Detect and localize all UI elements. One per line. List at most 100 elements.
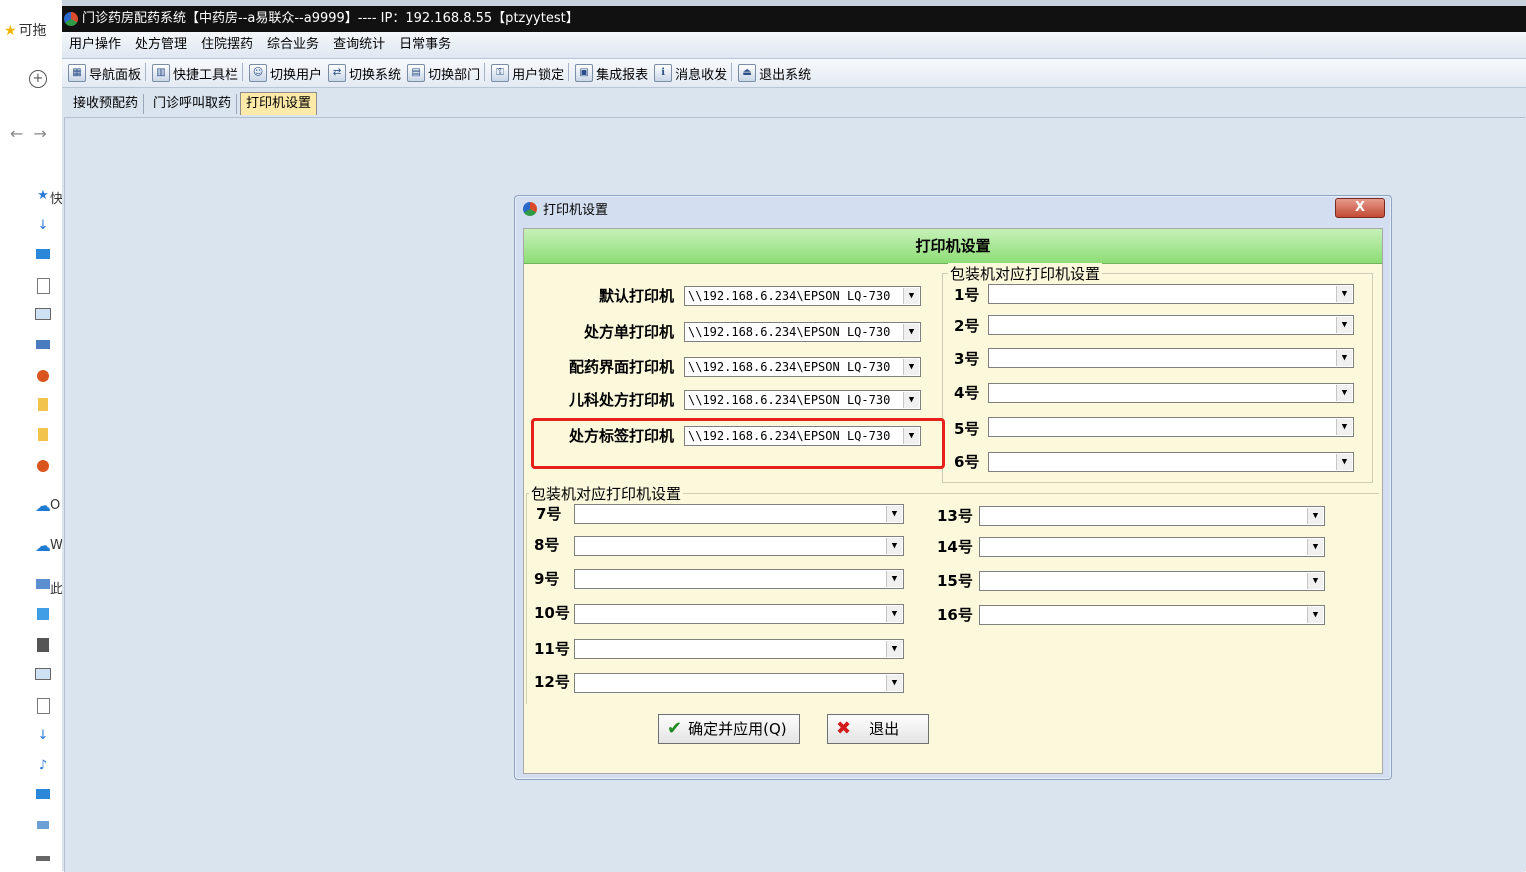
slot-6-select[interactable]: ▼: [988, 452, 1354, 472]
switch-system-button[interactable]: ⇄ 切换系统: [328, 59, 401, 87]
menu-prescription-mgmt[interactable]: 处方管理: [135, 32, 187, 58]
exit-system-button[interactable]: ⏏ 退出系统: [738, 59, 811, 87]
tab-receive-predispense[interactable]: 接收预配药: [68, 94, 145, 114]
favorites-label[interactable]: ★ 可拖: [4, 20, 47, 40]
slot-15-select[interactable]: ▼: [979, 571, 1325, 591]
exit-button[interactable]: ✖ 退出: [827, 714, 929, 744]
switch-dept-button[interactable]: ▤ 切换部门: [407, 59, 480, 87]
user-lock-button[interactable]: ⚿ 用户锁定: [491, 59, 564, 87]
pediatric-printer-select[interactable]: \\192.168.6.234\EPSON LQ-730 ▼: [684, 390, 921, 410]
desktop-icon[interactable]: [34, 248, 52, 264]
quick-toolbar-button[interactable]: ▥ 快捷工具栏: [152, 59, 238, 87]
chevron-down-icon: ▼: [886, 675, 902, 691]
add-icon[interactable]: +: [29, 70, 47, 88]
packer-group-2-title: 包装机对应打印机设置: [529, 483, 684, 504]
laptop-icon[interactable]: [34, 338, 52, 354]
document-icon[interactable]: [34, 278, 52, 294]
chevron-down-icon: ▼: [886, 538, 902, 554]
menu-inpatient-dispense[interactable]: 住院摆药: [201, 32, 253, 58]
message-button[interactable]: ℹ 消息收发: [654, 59, 727, 87]
confirm-apply-button[interactable]: ✔ 确定并应用(Q): [658, 714, 800, 744]
slot-5-label: 5号: [954, 420, 980, 438]
menu-user-ops[interactable]: 用户操作: [69, 32, 121, 58]
slot-11-label: 11号: [534, 640, 570, 658]
switch-user-icon: ☺: [249, 64, 268, 82]
folder-icon[interactable]: [34, 428, 52, 444]
slot-8-select[interactable]: ▼: [574, 536, 904, 556]
folder-icon[interactable]: [34, 398, 52, 414]
slot-2-label: 2号: [954, 317, 980, 335]
tab-outpatient-call[interactable]: 门诊呼叫取药: [148, 94, 238, 114]
download-icon[interactable]: ↓: [34, 218, 52, 234]
slot-4-select[interactable]: ▼: [988, 383, 1354, 403]
slot-11-select[interactable]: ▼: [574, 639, 904, 659]
report-button[interactable]: ▣ 集成报表: [575, 59, 648, 87]
slot-14-label: 14号: [937, 538, 973, 556]
message-icon: ℹ: [654, 64, 673, 82]
drive-icon[interactable]: [34, 818, 52, 834]
dispense-printer-select[interactable]: \\192.168.6.234\EPSON LQ-730 ▼: [684, 357, 921, 377]
slot-2-select[interactable]: ▼: [988, 315, 1354, 335]
chevron-down-icon: ▼: [1307, 508, 1323, 524]
default-printer-select[interactable]: \\192.168.6.234\EPSON LQ-730 ▼: [684, 286, 921, 306]
picture-icon[interactable]: [34, 668, 52, 684]
menu-bar: 用户操作 处方管理 住院摆药 综合业务 查询统计 日常事务: [62, 32, 1526, 59]
menu-general-business[interactable]: 综合业务: [267, 32, 319, 58]
nav-arrows[interactable]: ←→: [10, 124, 57, 143]
video-icon[interactable]: [34, 638, 52, 654]
slot-3-select[interactable]: ▼: [988, 348, 1354, 368]
chevron-down-icon: ▼: [1307, 607, 1323, 623]
menu-query-stats[interactable]: 查询统计: [333, 32, 385, 58]
slot-5-select[interactable]: ▼: [988, 417, 1354, 437]
desktop-icon[interactable]: [34, 788, 52, 804]
slot-12-label: 12号: [534, 673, 570, 691]
dialog-body: 打印机设置 默认打印机 \\192.168.6.234\EPSON LQ-730…: [523, 228, 1383, 774]
download-icon[interactable]: ↓: [34, 728, 52, 744]
slot-1-select[interactable]: ▼: [988, 284, 1354, 304]
slot-16-select[interactable]: ▼: [979, 605, 1325, 625]
chevron-down-icon: ▼: [1336, 350, 1352, 366]
chevron-down-icon: ▼: [886, 571, 902, 587]
dispense-printer-label: 配药界面打印机: [568, 358, 674, 376]
report-icon: ▣: [575, 64, 594, 82]
slot-12-select[interactable]: ▼: [574, 673, 904, 693]
chevron-down-icon: ▼: [903, 392, 919, 408]
slot-7-select[interactable]: ▼: [574, 504, 904, 524]
slot-9-select[interactable]: ▼: [574, 569, 904, 589]
switch-dept-icon: ▤: [407, 64, 426, 82]
close-button[interactable]: X: [1335, 198, 1385, 218]
tab-printer-settings[interactable]: 打印机设置: [240, 92, 318, 115]
document-icon[interactable]: [34, 698, 52, 714]
slot-8-label: 8号: [534, 536, 560, 554]
tab-bar: 接收预配药 门诊呼叫取药 打印机设置: [62, 88, 1526, 116]
app-icon[interactable]: [34, 460, 52, 476]
slot-14-select[interactable]: ▼: [979, 537, 1325, 557]
nav-panel-button[interactable]: ▦ 导航面板: [68, 59, 141, 87]
prescription-printer-select[interactable]: \\192.168.6.234\EPSON LQ-730 ▼: [684, 322, 921, 342]
app-icon[interactable]: [34, 370, 52, 386]
menu-daily-affairs[interactable]: 日常事务: [399, 32, 451, 58]
music-icon[interactable]: ♪: [34, 758, 52, 774]
picture-icon[interactable]: [34, 308, 52, 324]
chevron-down-icon: ▼: [1336, 385, 1352, 401]
title-bar: 门诊药房配药系统【中药房--a易联众--a9999】---- IP：192.16…: [62, 6, 1526, 32]
slot-10-select[interactable]: ▼: [574, 604, 904, 624]
onedrive-work-label[interactable]: W: [50, 538, 63, 553]
onedrive-label[interactable]: O: [50, 498, 60, 513]
dialog-header: 打印机设置: [524, 229, 1382, 264]
packer-group-1-title: 包装机对应打印机设置: [948, 263, 1103, 284]
slot-7-label: 7号: [536, 505, 562, 523]
highlight-box: [531, 418, 945, 469]
slot-13-select[interactable]: ▼: [979, 506, 1325, 526]
chevron-down-icon: ▼: [903, 359, 919, 375]
dialog-title: 打印机设置: [543, 203, 609, 218]
chevron-down-icon: ▼: [903, 288, 919, 304]
toolbar-separator: [484, 62, 486, 81]
explorer-side-panel: ★ 可拖 + ←→ ★ 快 ↓ ☁ O ☁ W 此 ↓ ♪: [0, 0, 63, 871]
3d-objects-icon[interactable]: [34, 608, 52, 624]
switch-user-button[interactable]: ☺ 切换用户: [249, 59, 322, 87]
chevron-down-icon: ▼: [1307, 573, 1323, 589]
drive-icon[interactable]: [34, 850, 52, 866]
toolbar-separator: [731, 62, 733, 81]
chevron-down-icon: ▼: [886, 506, 902, 522]
